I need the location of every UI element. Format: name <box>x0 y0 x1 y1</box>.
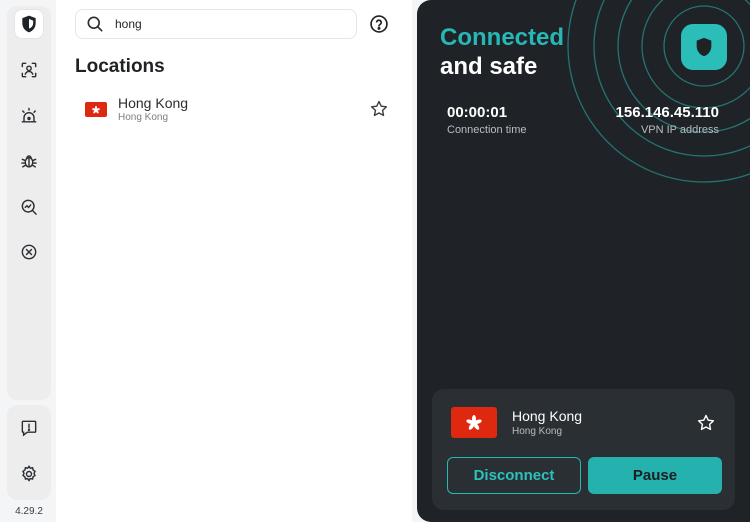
sidebar <box>7 6 51 400</box>
sidebar-item-protection[interactable] <box>15 10 43 38</box>
sidebar-item-blocker[interactable] <box>15 238 43 266</box>
sidebar-item-feedback[interactable] <box>15 414 43 442</box>
shield-badge <box>681 24 727 70</box>
current-location-card: Hong Kong Hong Kong Disconnect Pause <box>432 389 735 510</box>
connection-time-value: 00:00:01 <box>447 104 508 121</box>
shield-icon <box>696 37 712 57</box>
locations-panel: Locations Hong Kong Hong Kong <box>56 0 412 522</box>
vpn-ip-value: 156.146.45.110 <box>615 104 719 121</box>
current-location-subtitle: Hong Kong <box>512 426 563 437</box>
location-name: Hong Kong <box>118 95 189 111</box>
status-title: Connected <box>440 24 565 51</box>
user-scan-icon <box>21 62 37 78</box>
sidebar-bottom <box>7 405 51 500</box>
shield-icon <box>22 15 36 33</box>
magnify-chart-icon <box>21 199 37 215</box>
block-icon <box>21 244 37 260</box>
app-version: 4.29.2 <box>15 506 43 517</box>
disconnect-button[interactable]: Disconnect <box>447 457 581 494</box>
star-icon[interactable] <box>369 99 389 119</box>
hk-flag-icon <box>85 102 107 117</box>
sidebar-item-scan[interactable] <box>15 193 43 221</box>
feedback-icon <box>21 420 37 437</box>
status-subtitle: and safe <box>440 53 538 80</box>
connection-time-label: Connection time <box>447 124 527 136</box>
location-result[interactable]: Hong Kong Hong Kong <box>75 90 395 128</box>
bug-icon <box>21 155 37 168</box>
location-subtitle: Hong Kong <box>118 112 169 123</box>
sidebar-item-settings[interactable] <box>15 460 43 488</box>
star-icon[interactable] <box>696 413 716 433</box>
search-input[interactable] <box>115 17 335 31</box>
pause-button[interactable]: Pause <box>588 457 722 494</box>
search-box <box>75 9 357 39</box>
search-icon <box>87 16 103 32</box>
alarm-icon <box>21 107 37 123</box>
hk-flag-icon <box>451 407 497 438</box>
connection-panel: Connected and safe 00:00:01 Connection t… <box>417 0 750 522</box>
help-icon[interactable] <box>369 14 389 34</box>
locations-heading: Locations <box>75 56 165 77</box>
gear-icon <box>22 465 36 482</box>
sidebar-item-threats[interactable] <box>15 147 43 175</box>
current-location-name: Hong Kong <box>512 408 583 424</box>
sidebar-item-identity[interactable] <box>15 56 43 84</box>
sidebar-item-alerts[interactable] <box>15 102 43 130</box>
vpn-ip-label: VPN IP address <box>640 124 719 136</box>
